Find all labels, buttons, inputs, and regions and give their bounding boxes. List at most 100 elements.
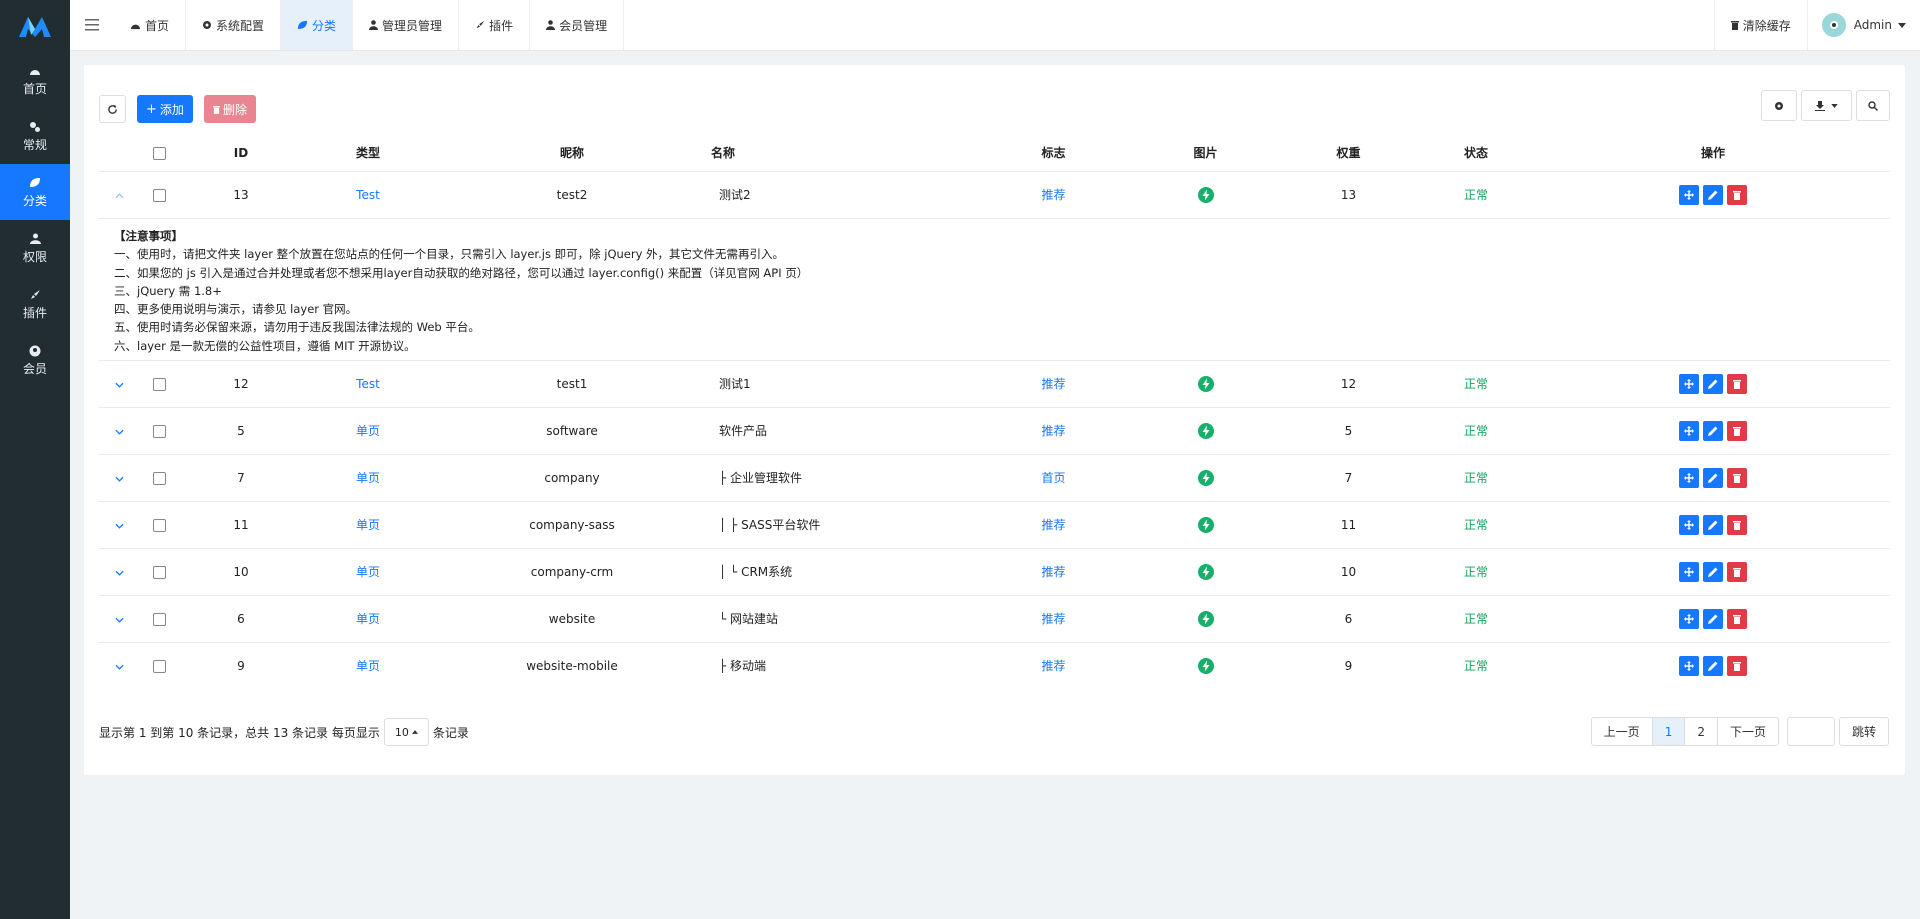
drag-sort-button[interactable] xyxy=(1679,420,1699,441)
sidebar-item-plugins[interactable]: 插件 xyxy=(0,276,70,332)
sidebar-item-members[interactable]: 会员 xyxy=(0,332,70,388)
delete-row-button[interactable] xyxy=(1727,467,1747,488)
clear-cache-button[interactable]: 清除缓存 xyxy=(1713,0,1807,50)
sidebar-item-home[interactable]: 首页 xyxy=(0,52,70,108)
expand-toggle-cell[interactable] xyxy=(99,453,139,501)
delete-row-button[interactable] xyxy=(1727,655,1747,676)
cell-type[interactable]: 单页 xyxy=(303,500,433,548)
edit-button[interactable] xyxy=(1703,467,1723,488)
drag-sort-button[interactable] xyxy=(1679,184,1699,205)
cell-flag[interactable]: 推荐 xyxy=(977,406,1130,454)
cell-status[interactable]: 正常 xyxy=(1416,500,1536,548)
expand-toggle-cell[interactable] xyxy=(99,594,139,642)
chevron-down-icon[interactable] xyxy=(114,518,124,532)
page-button-1[interactable]: 1 xyxy=(1651,717,1686,746)
expand-toggle-cell[interactable] xyxy=(99,641,139,689)
add-button[interactable]: + 添加 xyxy=(137,95,193,123)
cell-flag[interactable]: 推荐 xyxy=(977,170,1130,218)
row-checkbox[interactable] xyxy=(152,565,166,579)
chevron-down-icon[interactable] xyxy=(114,377,124,391)
sidebar-item-category[interactable]: 分类 xyxy=(0,164,70,220)
chevron-down-icon[interactable] xyxy=(114,659,124,673)
bolt-icon[interactable] xyxy=(1197,375,1214,392)
tab-admin-management[interactable]: 管理员管理 xyxy=(353,0,460,50)
cell-status[interactable]: 正常 xyxy=(1416,594,1536,642)
expand-toggle-cell[interactable] xyxy=(99,170,139,218)
app-logo[interactable] xyxy=(0,0,70,52)
cell-type[interactable]: 单页 xyxy=(303,641,433,689)
bolt-icon[interactable] xyxy=(1197,563,1214,580)
edit-button[interactable] xyxy=(1703,655,1723,676)
cell-flag[interactable]: 推荐 xyxy=(977,359,1130,407)
refresh-button[interactable] xyxy=(99,95,126,123)
drag-sort-button[interactable] xyxy=(1679,467,1699,488)
next-page-button[interactable]: 下一页 xyxy=(1716,717,1779,746)
chevron-down-icon[interactable] xyxy=(114,612,124,626)
tab-home[interactable]: 首页 xyxy=(114,0,187,50)
tab-category[interactable]: 分类 xyxy=(281,0,354,50)
delete-row-button[interactable] xyxy=(1727,608,1747,629)
drag-sort-button[interactable] xyxy=(1679,561,1699,582)
cell-flag[interactable]: 推荐 xyxy=(977,500,1130,548)
drag-sort-button[interactable] xyxy=(1679,655,1699,676)
cell-status[interactable]: 正常 xyxy=(1416,453,1536,501)
edit-button[interactable] xyxy=(1703,608,1723,629)
cell-status[interactable]: 正常 xyxy=(1416,170,1536,218)
row-checkbox[interactable] xyxy=(152,188,166,202)
chevron-down-icon[interactable] xyxy=(114,471,124,485)
bolt-icon[interactable] xyxy=(1197,422,1214,439)
tab-system-config[interactable]: 系统配置 xyxy=(186,0,282,50)
jump-button[interactable]: 跳转 xyxy=(1838,717,1889,746)
row-checkbox[interactable] xyxy=(152,612,166,626)
expand-toggle-cell[interactable] xyxy=(99,500,139,548)
edit-button[interactable] xyxy=(1703,561,1723,582)
drag-sort-button[interactable] xyxy=(1679,373,1699,394)
search-button[interactable] xyxy=(1856,90,1890,121)
delete-row-button[interactable] xyxy=(1727,561,1747,582)
delete-row-button[interactable] xyxy=(1727,420,1747,441)
cell-type[interactable]: 单页 xyxy=(303,453,433,501)
page-size-select[interactable]: 10 xyxy=(383,718,429,746)
drag-sort-button[interactable] xyxy=(1679,514,1699,535)
chevron-up-icon[interactable] xyxy=(114,188,124,202)
cell-status[interactable]: 正常 xyxy=(1416,359,1536,407)
edit-button[interactable] xyxy=(1703,514,1723,535)
tab-plugins[interactable]: 插件 xyxy=(459,0,531,50)
sidebar-item-general[interactable]: 常规 xyxy=(0,108,70,164)
cell-type[interactable]: 单页 xyxy=(303,594,433,642)
cell-flag[interactable]: 推荐 xyxy=(977,594,1130,642)
export-button[interactable] xyxy=(1801,90,1852,121)
expand-toggle-cell[interactable] xyxy=(99,547,139,595)
chevron-down-icon[interactable] xyxy=(114,424,124,438)
tab-member-management[interactable]: 会员管理 xyxy=(530,0,625,50)
cell-type[interactable]: Test xyxy=(303,359,433,407)
cell-flag[interactable]: 推荐 xyxy=(977,547,1130,595)
prev-page-button[interactable]: 上一页 xyxy=(1590,717,1653,746)
bolt-icon[interactable] xyxy=(1197,186,1214,203)
bolt-icon[interactable] xyxy=(1197,610,1214,627)
row-checkbox[interactable] xyxy=(152,377,166,391)
cell-flag[interactable]: 推荐 xyxy=(977,641,1130,689)
cell-type[interactable]: Test xyxy=(303,170,433,218)
menu-toggle-button[interactable] xyxy=(70,0,114,50)
edit-button[interactable] xyxy=(1703,373,1723,394)
select-all-checkbox[interactable] xyxy=(152,146,166,160)
delete-row-button[interactable] xyxy=(1727,373,1747,394)
cell-type[interactable]: 单页 xyxy=(303,406,433,454)
expand-toggle-cell[interactable] xyxy=(99,359,139,407)
bolt-icon[interactable] xyxy=(1197,469,1214,486)
cell-flag[interactable]: 首页 xyxy=(977,453,1130,501)
bolt-icon[interactable] xyxy=(1197,516,1214,533)
cell-status[interactable]: 正常 xyxy=(1416,641,1536,689)
chevron-down-icon[interactable] xyxy=(114,565,124,579)
bolt-icon[interactable] xyxy=(1197,657,1214,674)
row-checkbox[interactable] xyxy=(152,471,166,485)
expand-toggle-cell[interactable] xyxy=(99,406,139,454)
column-settings-button[interactable] xyxy=(1761,90,1797,121)
sidebar-item-permission[interactable]: 权限 xyxy=(0,220,70,276)
delete-row-button[interactable] xyxy=(1727,514,1747,535)
delete-button[interactable]: 删除 xyxy=(204,95,257,123)
page-button-2[interactable]: 2 xyxy=(1684,717,1718,746)
cell-type[interactable]: 单页 xyxy=(303,547,433,595)
row-checkbox[interactable] xyxy=(152,518,166,532)
